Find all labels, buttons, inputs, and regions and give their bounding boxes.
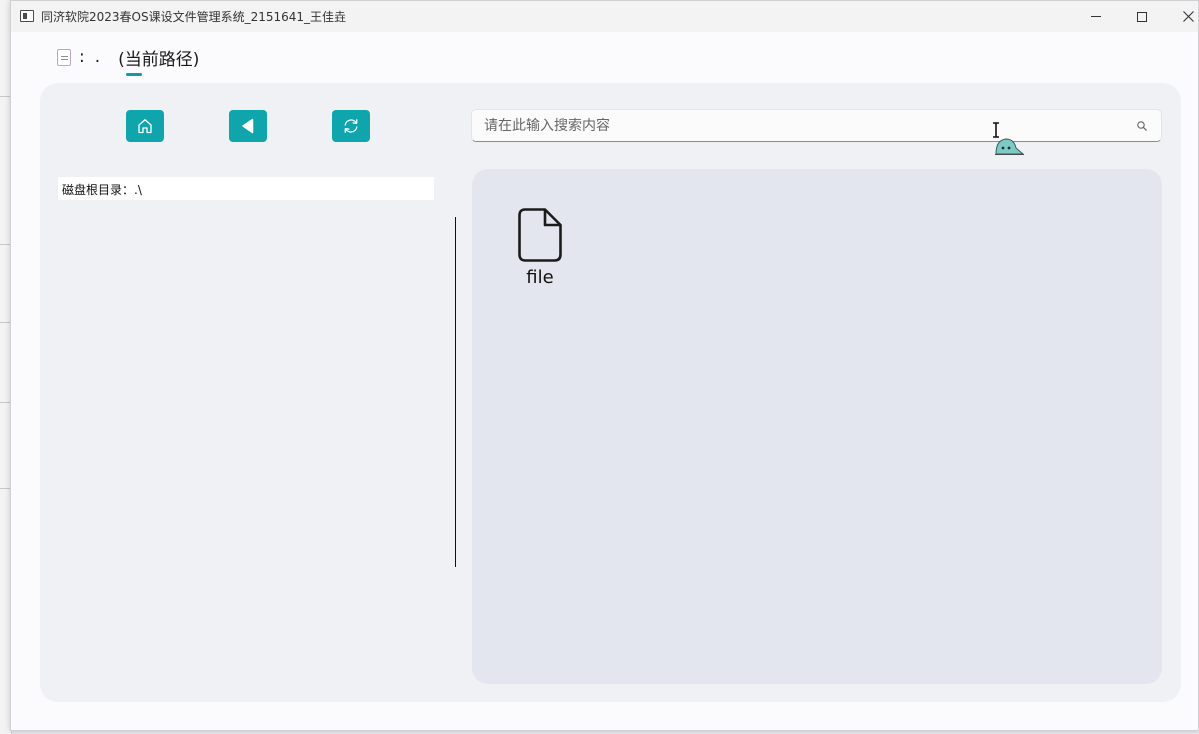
search-box[interactable] [471,109,1162,142]
current-path-label: (当前路径) [118,49,200,70]
path-indicator [126,73,142,76]
main-panel: 磁盘根目录：.\ file [40,83,1181,702]
home-button[interactable] [126,110,164,142]
mascot-icon [995,138,1025,155]
minimize-icon [1091,16,1101,17]
close-icon [1182,11,1194,22]
file-list-area: file [472,169,1162,684]
current-path-value: . [94,47,101,67]
search-input[interactable] [484,116,1124,136]
maximize-icon [1137,11,1147,22]
home-icon [138,119,152,134]
panel-splitter[interactable] [455,217,456,567]
back-button[interactable] [229,110,267,142]
refresh-icon [344,119,358,133]
file-item[interactable]: file [510,207,570,288]
close-button[interactable] [1165,1,1199,32]
app-icon [20,10,34,22]
document-icon [57,48,71,66]
file-name: file [526,267,554,288]
maximize-button[interactable] [1119,1,1165,32]
title-bar: 同济软院2023春OS课设文件管理系统_2151641_王佳垚 [11,1,1198,32]
path-colon: : [79,47,85,67]
file-icon [518,208,562,262]
search-icon[interactable] [1136,120,1148,132]
back-icon [242,118,254,134]
current-path-bar: : . (当前路径) [57,44,199,70]
minimize-button[interactable] [1073,1,1119,32]
directory-tree-root[interactable]: 磁盘根目录：.\ [58,177,434,200]
app-window: 同济软院2023春OS课设文件管理系统_2151641_王佳垚 : . (当前路… [10,0,1199,731]
window-title: 同济软院2023春OS课设文件管理系统_2151641_王佳垚 [41,10,347,24]
refresh-button[interactable] [332,110,370,142]
